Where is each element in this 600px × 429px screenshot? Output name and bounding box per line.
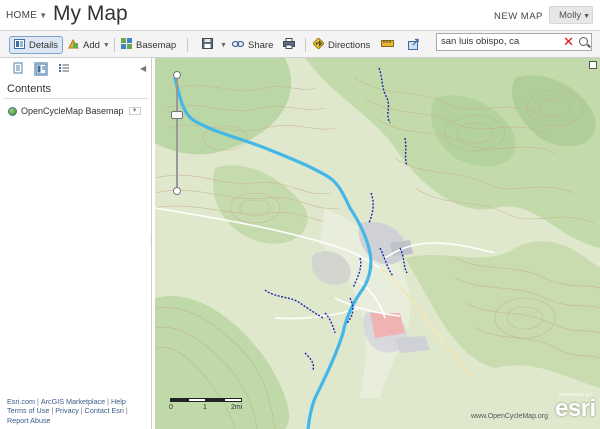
home-menu[interactable]: HOME ▼ (6, 10, 47, 21)
share-label: Share (248, 39, 274, 51)
footer-link-terms[interactable]: Terms of Use (7, 406, 49, 415)
grip-icon[interactable]: · · · (150, 234, 152, 247)
panel-footer: Esri.com | ArcGIS Marketplace | Help Terms o… (7, 397, 128, 425)
basemap-icon (121, 38, 132, 52)
scale-bar: 0 1 2mi (169, 396, 250, 412)
home-label: HOME (6, 10, 38, 21)
bookmark-icon (408, 38, 420, 53)
map-view[interactable]: 0 1 2mi www.OpenCycleMap.org POWERED BY … (155, 58, 600, 429)
esri-wordmark: esri (555, 395, 596, 422)
layer-item[interactable]: OpenCycleMap Basemap ▼ (8, 106, 141, 116)
chevron-down-icon: ▼ (220, 41, 227, 49)
bookmark-button[interactable] (408, 36, 424, 54)
chevron-down-icon: ▼ (583, 13, 591, 20)
scale-segment (206, 398, 224, 402)
footer-link-marketplace[interactable]: ArcGIS Marketplace (41, 397, 105, 406)
zoom-handle[interactable] (171, 111, 183, 119)
user-name: Molly (559, 10, 582, 21)
map-canvas (155, 58, 600, 429)
new-map-button[interactable]: NEW MAP (494, 11, 543, 22)
user-menu[interactable]: Molly ▼ (549, 6, 593, 24)
scale-label: 2mi (231, 404, 243, 411)
map-attribution[interactable]: www.OpenCycleMap.org (471, 413, 548, 420)
chevron-down-icon[interactable]: ▼ (128, 107, 141, 115)
add-label: Add (83, 39, 100, 51)
zoom-out-icon[interactable] (173, 187, 181, 195)
zoom-in-icon[interactable] (173, 71, 181, 79)
measure-icon (381, 38, 394, 52)
legend-icon (59, 64, 69, 72)
zoom-slider[interactable] (171, 71, 183, 195)
search-icon[interactable] (579, 37, 588, 46)
basemap-button[interactable]: Basemap (121, 36, 176, 54)
share-icon (231, 40, 245, 51)
chevron-down-icon: ▼ (102, 41, 110, 49)
footer-link-report-abuse[interactable]: Report Abuse (7, 416, 51, 425)
tab-contents[interactable] (34, 62, 48, 76)
page-title: My Map (53, 2, 128, 25)
panel-tabs: ◀ (0, 58, 152, 80)
footer-link-help[interactable]: Help (111, 397, 126, 406)
expand-icon[interactable] (589, 61, 597, 69)
footer-link-esri[interactable]: Esri.com (7, 397, 35, 406)
basemap-label: Basemap (136, 39, 177, 51)
collapse-panel-icon[interactable]: ◀ (140, 64, 146, 73)
map-urban (395, 336, 430, 353)
footer-link-privacy[interactable]: Privacy (55, 406, 79, 415)
directions-label: Directions (328, 39, 371, 51)
panel-divider (4, 98, 148, 99)
search-input[interactable]: san luis obispo, ca ✕ (436, 33, 592, 51)
search-value: san luis obispo, ca (441, 36, 520, 47)
add-icon (68, 38, 79, 52)
directions-icon (312, 37, 325, 52)
details-button[interactable]: Details (9, 36, 64, 54)
layer-label: OpenCycleMap Basemap (21, 106, 124, 116)
save-menu-button[interactable]: ▼ (202, 36, 227, 54)
details-panel: ◀ Contents OpenCycleMap Basemap ▼ Esri.c… (0, 58, 152, 429)
add-button[interactable]: Add ▼ (68, 36, 110, 54)
tab-legend[interactable] (58, 62, 72, 76)
close-icon[interactable]: ✕ (563, 34, 574, 50)
scale-label: 1 (203, 404, 207, 411)
globe-icon (8, 106, 17, 116)
chevron-down-icon: ▼ (39, 11, 48, 20)
details-icon (14, 38, 25, 52)
tab-about[interactable] (12, 62, 26, 76)
scale-segment (170, 398, 188, 402)
toolbar-divider (114, 38, 115, 52)
details-label: Details (29, 39, 59, 51)
contents-icon (35, 63, 47, 75)
directions-button[interactable]: Directions (312, 36, 371, 54)
print-icon (283, 38, 295, 52)
toolbar-divider (305, 38, 306, 52)
about-icon (13, 62, 23, 74)
contents-heading: Contents (7, 83, 52, 95)
print-button[interactable] (283, 36, 299, 54)
footer-link-contact[interactable]: Contact Esri (85, 406, 124, 415)
scale-segment (188, 398, 206, 402)
scale-label: 0 (169, 404, 173, 411)
share-button[interactable]: Share (231, 36, 274, 54)
zoom-track[interactable] (176, 76, 178, 188)
scale-segment (224, 398, 242, 402)
save-icon (202, 38, 213, 52)
measure-button[interactable] (381, 36, 398, 54)
esri-logo[interactable]: POWERED BY esri (555, 392, 596, 424)
toolbar-divider (187, 38, 188, 52)
app-header: HOME ▼ My Map NEW MAP Molly ▼ (0, 0, 600, 30)
